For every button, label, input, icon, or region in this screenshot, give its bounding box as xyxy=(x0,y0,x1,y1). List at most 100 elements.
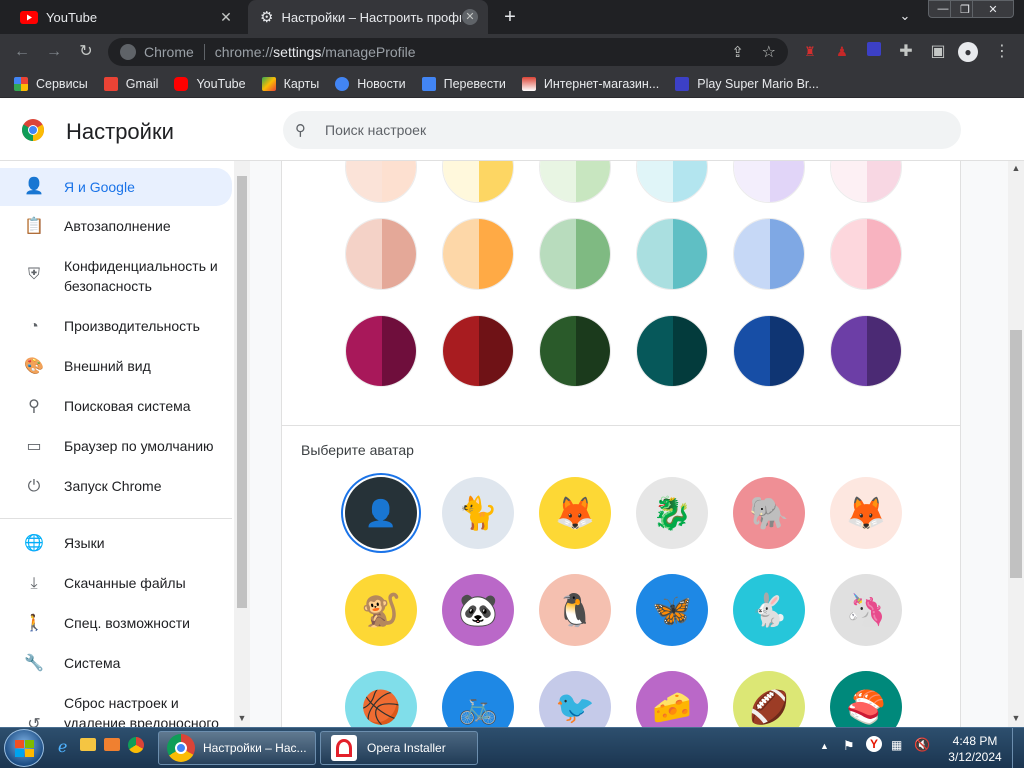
theme-color-swatch[interactable] xyxy=(539,218,611,290)
bookmark-news[interactable]: Новости xyxy=(335,76,406,91)
avatar-option[interactable]: 🏀 xyxy=(345,671,417,727)
sidebar-item-autofill[interactable]: 📋 Автозаполнение xyxy=(0,208,232,244)
avatar-option[interactable]: 🚲 xyxy=(442,671,514,727)
sidebar-scrollbar-thumb[interactable] xyxy=(237,176,247,608)
menu-icon[interactable]: ⋮ xyxy=(992,42,1012,62)
theme-color-swatch[interactable] xyxy=(539,161,611,203)
start-button[interactable] xyxy=(4,729,44,767)
side-panel-icon[interactable]: ▣ xyxy=(928,42,948,62)
action-center-flag-icon[interactable]: ⚑ xyxy=(843,738,855,754)
avatar-option[interactable]: 🏈 xyxy=(733,671,805,727)
sidebar-item-reset[interactable]: ↺ Сброс настроек и удаление вредоносного xyxy=(0,685,232,727)
avatar-option[interactable]: 🐒 xyxy=(345,574,417,646)
avatar-option[interactable]: 🦊 xyxy=(539,477,611,549)
media-player-icon[interactable] xyxy=(104,738,120,751)
scroll-down-arrow-icon[interactable]: ▼ xyxy=(236,713,248,725)
theme-color-swatch[interactable] xyxy=(442,161,514,203)
reload-button[interactable]: ↻ xyxy=(76,42,96,62)
theme-color-swatch[interactable] xyxy=(830,161,902,203)
bookmark-mario[interactable]: Play Super Mario Br... xyxy=(675,76,819,91)
theme-color-swatch[interactable] xyxy=(733,218,805,290)
theme-color-swatch[interactable] xyxy=(830,218,902,290)
search-placeholder: Поиск настроек xyxy=(325,122,427,138)
site-info-icon[interactable] xyxy=(120,44,136,60)
sidebar-item-system[interactable]: 🔧 Система xyxy=(0,645,232,681)
yandex-icon[interactable]: Y xyxy=(866,736,882,752)
sidebar-item-default-browser[interactable]: ▭ Браузер по умолчанию xyxy=(0,428,232,464)
theme-color-swatch[interactable] xyxy=(636,315,708,387)
sidebar-item-on-startup[interactable]: ⏻ Запуск Chrome xyxy=(0,468,232,504)
window-close-button[interactable]: ✕ xyxy=(972,0,1014,18)
share-icon[interactable]: ⇪ xyxy=(731,43,744,61)
main-scrollbar-thumb[interactable] xyxy=(1010,330,1022,578)
theme-color-swatch[interactable] xyxy=(345,315,417,387)
profile-icon[interactable]: ● xyxy=(958,42,978,62)
avatar-option[interactable]: 🦋 xyxy=(636,574,708,646)
sidebar-item-search-engine[interactable]: ⚲ Поисковая система xyxy=(0,388,232,424)
avatar-option[interactable]: 🐼 xyxy=(442,574,514,646)
address-bar[interactable]: Chrome chrome://settings/manageProfile ⇪… xyxy=(108,38,788,66)
network-icon[interactable]: ▦ xyxy=(891,738,902,752)
avatar-option[interactable]: 🐧 xyxy=(539,574,611,646)
extension-icon[interactable] xyxy=(864,42,884,62)
scroll-down-arrow-icon[interactable]: ▼ xyxy=(1010,713,1022,725)
avatar-option[interactable]: 🧀 xyxy=(636,671,708,727)
theme-color-swatch[interactable] xyxy=(345,161,417,203)
theme-color-swatch[interactable] xyxy=(636,161,708,203)
theme-color-swatch[interactable] xyxy=(733,161,805,203)
avatar-option[interactable]: 🍣 xyxy=(830,671,902,727)
extension-icon[interactable]: ♜ xyxy=(800,42,820,62)
close-icon[interactable]: ✕ xyxy=(462,9,478,25)
sidebar-item-performance[interactable]: ◔ Производительность xyxy=(0,308,232,344)
avatar-option[interactable]: 🐘 xyxy=(733,477,805,549)
theme-color-swatch[interactable] xyxy=(442,315,514,387)
new-tab-button[interactable]: + xyxy=(500,7,520,27)
bookmark-gmail[interactable]: Gmail xyxy=(103,76,158,91)
tab-search-button[interactable]: ⌄ xyxy=(896,8,914,26)
avatar-option[interactable]: 🐈 xyxy=(442,477,514,549)
sidebar-item-you-and-google[interactable]: 👤 Я и Google xyxy=(0,168,232,206)
taskbar-opera-installer[interactable]: Opera Installer xyxy=(320,731,478,765)
avatar-option[interactable]: 👤 xyxy=(345,477,417,549)
sidebar-item-privacy[interactable]: ⛨ Конфиденциальность и безопасность xyxy=(0,248,232,300)
bookmark-youtube[interactable]: YouTube xyxy=(174,76,246,91)
scroll-up-arrow-icon[interactable]: ▲ xyxy=(1010,163,1022,175)
forward-button[interactable]: → xyxy=(44,42,64,62)
show-hidden-icons-button[interactable]: ▲ xyxy=(820,741,829,751)
bookmark-services[interactable]: Сервисы xyxy=(14,76,88,91)
sidebar-item-languages[interactable]: 🌐 Языки xyxy=(0,525,232,561)
volume-muted-icon[interactable]: 🔇 xyxy=(914,737,930,753)
theme-color-swatch[interactable] xyxy=(830,315,902,387)
chrome-icon[interactable] xyxy=(128,737,144,753)
theme-color-swatch[interactable] xyxy=(345,218,417,290)
clock[interactable]: 4:48 PM 3/12/2024 xyxy=(940,733,1010,765)
folder-icon[interactable] xyxy=(80,738,96,751)
avatar-option[interactable]: 🦄 xyxy=(830,574,902,646)
tab-settings[interactable]: ⚙ Настройки – Настроить профиль ✕ xyxy=(248,0,488,34)
show-desktop-button[interactable] xyxy=(1012,728,1024,768)
avatar-option[interactable]: 🐉 xyxy=(636,477,708,549)
theme-color-swatch[interactable] xyxy=(539,315,611,387)
ie-icon[interactable]: ℯ xyxy=(58,737,67,757)
bookmark-star-icon[interactable]: ☆ xyxy=(762,42,776,62)
bookmark-maps[interactable]: Карты xyxy=(261,76,319,91)
mario-extension-icon[interactable]: ♟ xyxy=(832,42,852,62)
bookmark-webstore[interactable]: Интернет-магазин... xyxy=(521,76,659,91)
tab-youtube[interactable]: YouTube ✕ xyxy=(8,0,244,34)
search-input[interactable]: ⚲ Поиск настроек xyxy=(283,111,961,149)
sidebar-item-appearance[interactable]: 🎨 Внешний вид xyxy=(0,348,232,384)
puzzle-icon[interactable]: ✚ xyxy=(896,42,916,62)
sidebar-item-accessibility[interactable]: 🚶 Спец. возможности xyxy=(0,605,232,641)
back-button[interactable]: ← xyxy=(12,42,32,62)
close-icon[interactable]: ✕ xyxy=(218,9,234,25)
taskbar-chrome-window[interactable]: Настройки – Нас... xyxy=(158,731,316,765)
avatar-option[interactable]: 🐦 xyxy=(539,671,611,727)
avatar-option[interactable]: 🦊 xyxy=(830,477,902,549)
avatar-option[interactable]: 🐇 xyxy=(733,574,805,646)
theme-color-swatch[interactable] xyxy=(636,218,708,290)
swatch-right-half xyxy=(770,316,804,386)
sidebar-item-downloads[interactable]: ⤓ Скачанные файлы xyxy=(0,565,232,601)
theme-color-swatch[interactable] xyxy=(733,315,805,387)
bookmark-translate[interactable]: Перевести xyxy=(421,76,506,91)
theme-color-swatch[interactable] xyxy=(442,218,514,290)
